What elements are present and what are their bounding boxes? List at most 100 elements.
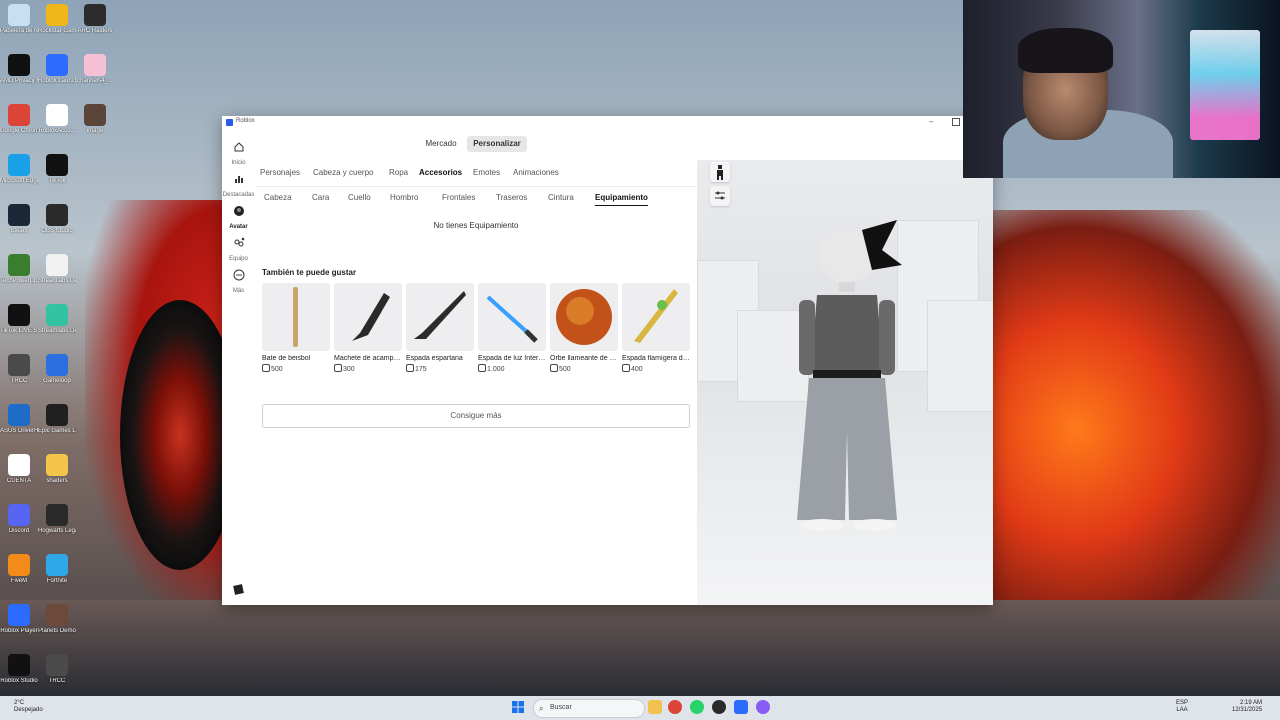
tab-customize[interactable]: Personalizar xyxy=(467,136,527,152)
desktop-icon[interactable]: Google Chrome xyxy=(0,104,38,135)
app-icon[interactable] xyxy=(756,700,770,714)
desktop-icon[interactable]: Streamlabs Desktop xyxy=(38,254,76,285)
tab-gear[interactable]: Equipamiento xyxy=(595,193,648,206)
desktop-icon-image xyxy=(46,54,68,76)
file-explorer-icon[interactable] xyxy=(648,700,662,714)
desktop-icon[interactable]: image xyxy=(76,104,114,135)
tab-neck[interactable]: Cuello xyxy=(348,193,371,202)
roblox-taskbar-icon[interactable] xyxy=(734,700,748,714)
item-card[interactable]: Espada flamígera dorada 400 xyxy=(622,283,690,373)
desktop-icon-image xyxy=(8,454,30,476)
tab-clothing[interactable]: Ropa xyxy=(389,168,408,177)
nav-item-home[interactable]: Inicio xyxy=(222,140,255,166)
avatar-pose-button[interactable] xyxy=(710,162,730,182)
desktop-icon[interactable]: Fortnite xyxy=(38,554,76,585)
clock[interactable]: 2:19 AM 12/31/2025 xyxy=(1232,700,1262,714)
nav-item-more[interactable]: Más xyxy=(222,268,255,294)
desktop-icon[interactable]: Microsoft Edge xyxy=(0,154,38,185)
language-indicator[interactable]: ESP LAA xyxy=(1176,700,1188,714)
desktop-icon[interactable]: Streamlabs Desktop xyxy=(38,304,76,335)
item-name: Espada espartana xyxy=(406,355,463,362)
item-name: Espada flamígera dorada xyxy=(622,355,690,362)
desktop-icon-image xyxy=(46,304,68,326)
baseball-bat-icon xyxy=(293,287,298,347)
tab-animations[interactable]: Animaciones xyxy=(513,168,559,177)
desktop-icon[interactable]: TikTok LIVE Studio xyxy=(0,304,38,335)
item-card[interactable]: Bate de béisbol 500 xyxy=(262,283,330,373)
desktop-icon[interactable]: Roblox Player xyxy=(0,604,38,635)
desktop-icon[interactable]: Rockstar Games... xyxy=(38,4,76,35)
tab-face[interactable]: Cara xyxy=(312,193,329,202)
desktop-icon[interactable]: Gameloop xyxy=(38,354,76,385)
desktop-icon[interactable]: ASUS DriverHub xyxy=(0,404,38,435)
desktop-icon[interactable]: TikTok xyxy=(38,154,76,185)
chrome-icon[interactable] xyxy=(668,700,682,714)
tab-emotes[interactable]: Emotes xyxy=(473,168,500,177)
tab-head[interactable]: Cabeza xyxy=(264,193,292,202)
item-thumbnail xyxy=(406,283,474,351)
avatar-settings-button[interactable] xyxy=(710,186,730,206)
tab-head-body[interactable]: Cabeza y cuerpo xyxy=(313,168,373,177)
nav-item-avatar[interactable]: Avatar xyxy=(222,204,255,230)
weather-widget[interactable]: 2°C Despejado xyxy=(14,700,43,714)
desktop-icon[interactable]: FiveM xyxy=(0,554,38,585)
weather-desc: Despejado xyxy=(14,707,43,713)
desktop-icon[interactable]: Roblox Launcher xyxy=(38,54,76,85)
robux-icon xyxy=(478,364,486,372)
desktop-icon[interactable]: Papelera de reciclaje xyxy=(0,4,38,35)
tab-waist[interactable]: Cintura xyxy=(548,193,574,202)
nav-item-team[interactable]: Equipo xyxy=(222,236,255,262)
desktop-icon[interactable]: channels4_... xyxy=(76,54,114,85)
fire-orb-icon xyxy=(556,289,612,345)
desktop-icon[interactable]: Steam xyxy=(0,204,38,235)
nav-item-featured[interactable]: Destacadas xyxy=(222,172,255,198)
desktop-icon[interactable]: RobloxAcco... xyxy=(38,104,76,135)
maximize-button[interactable] xyxy=(952,118,960,126)
desktop-icon-image xyxy=(46,254,68,276)
desktop-icon-image xyxy=(8,104,30,126)
desktop-icon[interactable]: Hogwarts Legacy xyxy=(38,504,76,535)
minimize-button[interactable]: – xyxy=(929,117,933,126)
nav-label: Más xyxy=(232,288,245,294)
desktop-icon-label: Streamlabs Desktop xyxy=(38,328,76,334)
desktop-icon[interactable]: Roblox Studio xyxy=(0,654,38,685)
title-bar[interactable]: Roblox – xyxy=(222,116,993,130)
taskbar-search[interactable]: ⌕ Buscar xyxy=(533,699,645,718)
item-card[interactable]: Espada de luz Intergaláctica 1.000 xyxy=(478,283,546,373)
desktop-icon-label: TechPowerUp GPU-Z xyxy=(0,278,38,284)
tab-shoulder[interactable]: Hombro xyxy=(390,193,418,202)
desktop-icon[interactable]: ARC Raiders xyxy=(76,4,114,35)
avatar-preview[interactable] xyxy=(697,160,993,605)
tab-front[interactable]: Frontales xyxy=(442,193,475,202)
item-card[interactable]: Machete de acampada 300 xyxy=(334,283,402,373)
tab-accessories[interactable]: Accesorios xyxy=(419,168,462,177)
desktop-icon[interactable]: CUENTA xyxy=(0,454,38,485)
desktop-icon[interactable]: OBS Studio xyxy=(38,204,76,235)
weather-temp: 2°C xyxy=(14,700,25,706)
desktop-icon[interactable]: shaders xyxy=(38,454,76,485)
obs-icon[interactable] xyxy=(712,700,726,714)
tab-market[interactable]: Mercado xyxy=(421,136,461,152)
whatsapp-icon[interactable] xyxy=(690,700,704,714)
desktop-icon[interactable]: Discord xyxy=(0,504,38,535)
desktop-icon-label: ARC Raiders xyxy=(77,28,113,34)
item-card[interactable]: Espada espartana 175 xyxy=(406,283,474,373)
avatar-icon xyxy=(233,206,244,216)
tab-characters[interactable]: Personajes xyxy=(260,168,300,177)
item-card[interactable]: Orbe llameante de fuego 500 xyxy=(550,283,618,373)
item-name: Machete de acampada xyxy=(334,355,402,362)
desktop-icon[interactable]: TechPowerUp GPU-Z xyxy=(0,254,38,285)
home-icon xyxy=(234,142,243,152)
desktop-icon[interactable]: Planets Demo xyxy=(38,604,76,635)
get-more-button[interactable]: Consigue más xyxy=(262,404,690,428)
roblox-window: Roblox – Inicio Destacadas Avatar Equipo… xyxy=(222,116,993,605)
item-thumbnail xyxy=(334,283,402,351)
desktop-icon[interactable]: AMD Privacy View xyxy=(0,54,38,85)
desktop-icon[interactable]: Epic Games Launcher xyxy=(38,404,76,435)
windows-start-icon[interactable] xyxy=(512,701,524,713)
desktop-icon[interactable]: TRCC xyxy=(0,354,38,385)
desktop-icon[interactable]: TRCC xyxy=(38,654,76,685)
tab-back[interactable]: Traseros xyxy=(496,193,527,202)
lightsaber-icon xyxy=(486,295,538,343)
flame-sword-icon xyxy=(634,289,678,343)
